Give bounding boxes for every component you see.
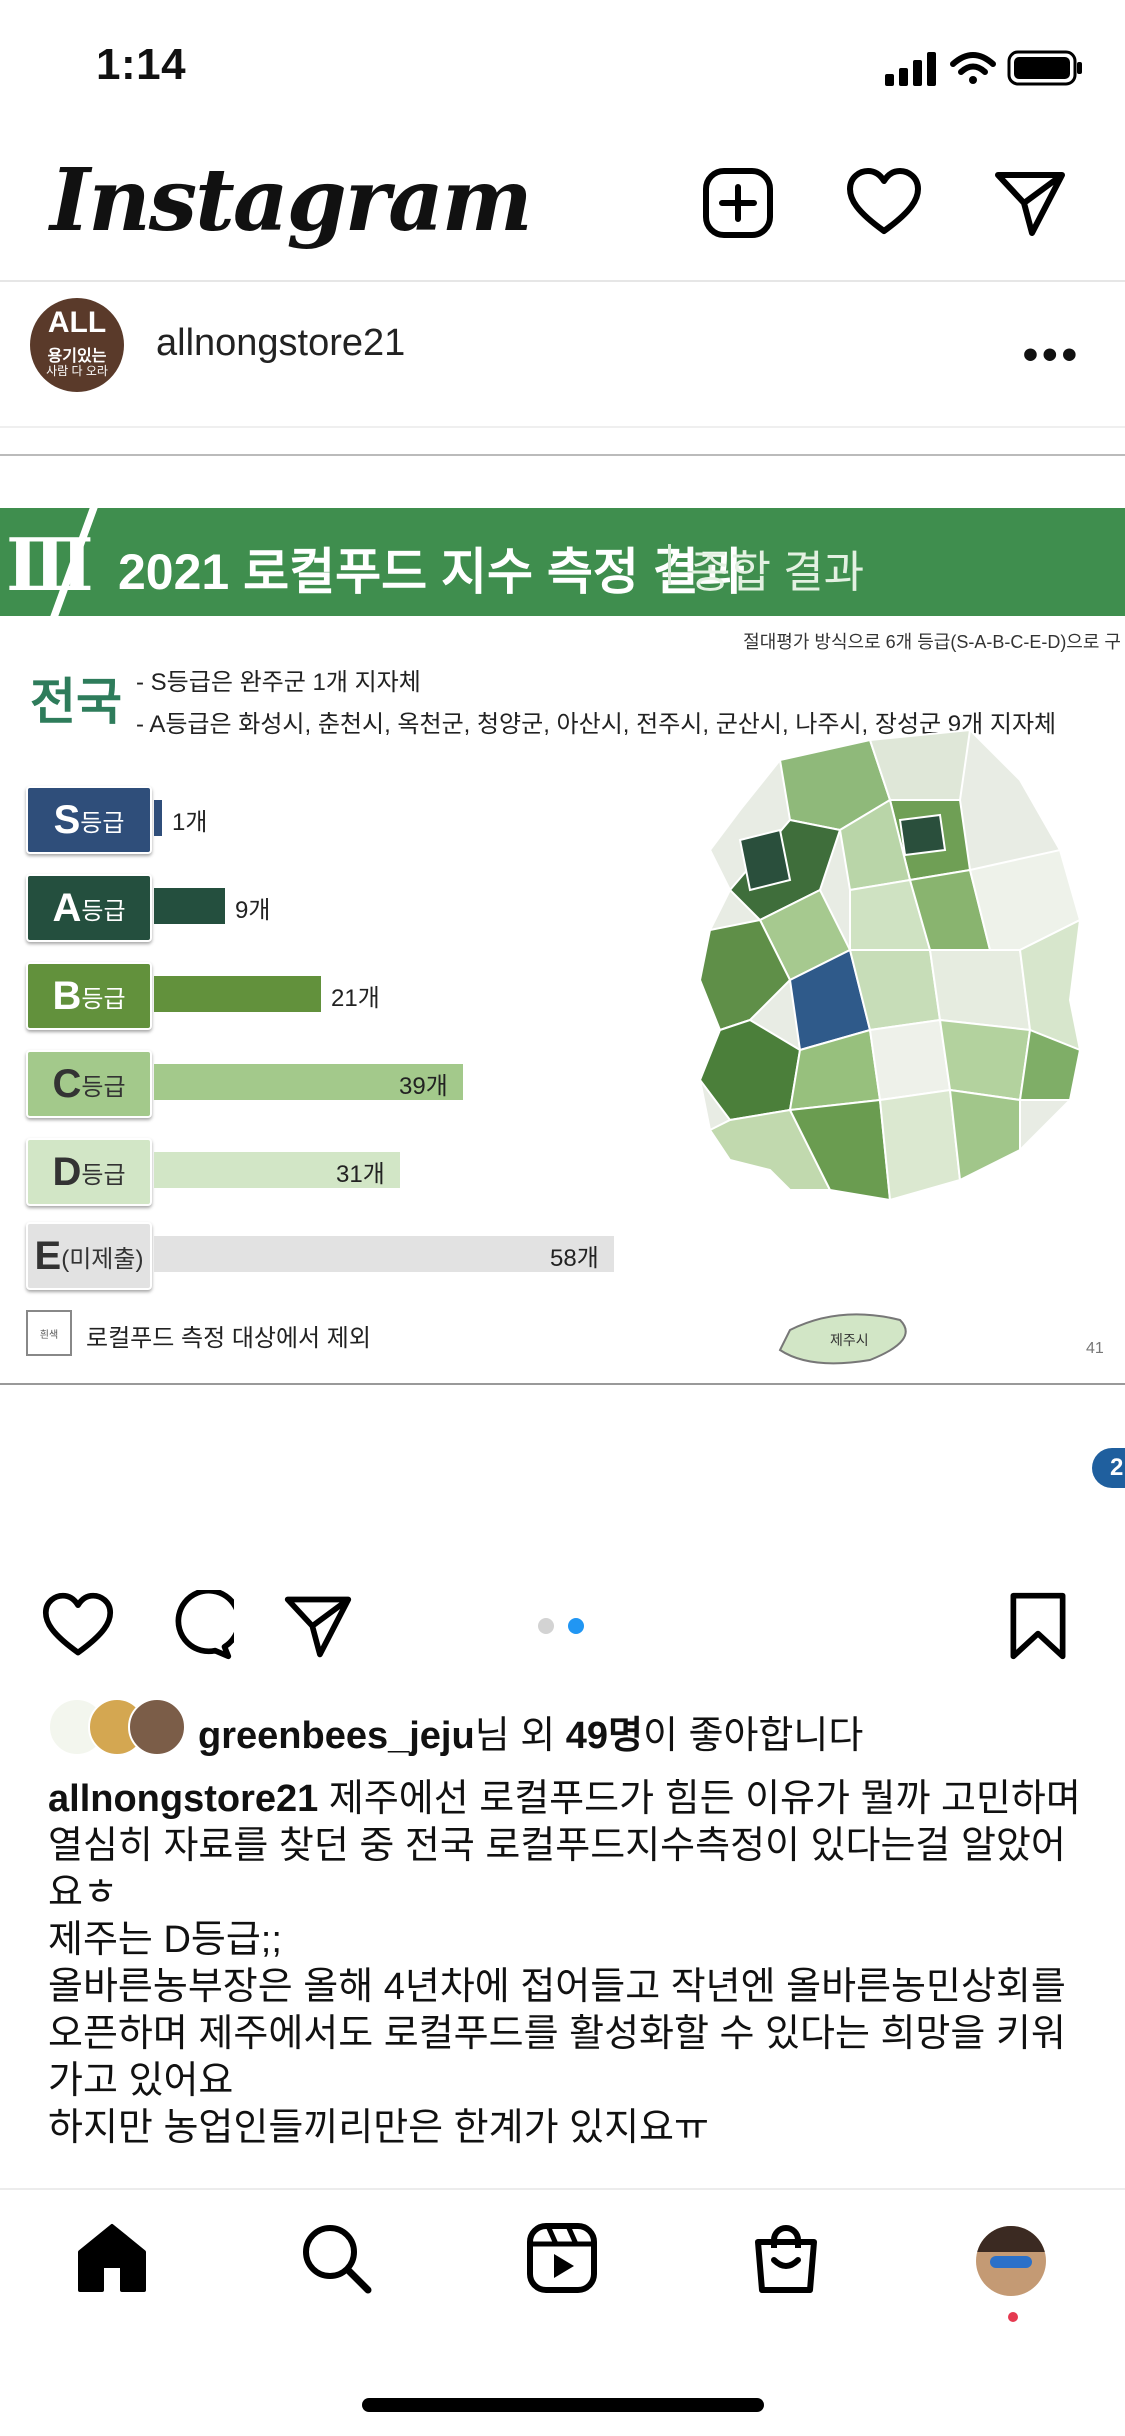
wifi-icon [950,52,996,84]
status-time: 1:14 [96,40,187,89]
likes-count[interactable]: 49명 [566,1715,643,1757]
banner-separator [668,544,671,584]
reels-icon[interactable] [524,2220,600,2296]
caption-text-2: 제주는 D등급;; [48,1919,282,1961]
avatar-text-3: 사람 다 오라 [46,364,108,378]
carousel-counter-pill: 2 [1092,1448,1125,1488]
grade-value-label-4: 39개 [399,1073,448,1100]
save-bookmark-icon[interactable] [1002,1590,1074,1662]
grade-badge-3: B 등급 [26,962,152,1030]
profile-tab-avatar[interactable] [976,2226,1046,2296]
slide-title: 2021 로컬푸드 지수 측정 결과 [118,544,745,600]
tab-bar-divider [0,2188,1125,2190]
home-indicator[interactable] [362,2398,764,2412]
cellular-signal-icon [885,52,936,86]
grade-letter: S [53,797,81,842]
mainland-map [698,728,1082,1202]
caption-text-3: 올바른농부장은 올해 4년차에 접어들고 작년엔 올바른농민상회를 오픈하며 제… [48,1966,1066,2102]
like-heart-icon[interactable] [42,1590,114,1662]
slide-subtitle: 종합 결과 [690,548,865,597]
search-icon[interactable] [298,2220,374,2296]
likes-mid: 님 외 [474,1715,566,1757]
new-post-icon[interactable] [700,165,776,241]
grade-bar-2 [154,888,225,924]
caption-text-4: 하지만 농업인들끼리만은 한계가 있지요ㅠ [48,2107,709,2149]
post-author-avatar[interactable]: ALL 용기있는 사람 다 오라 [30,298,124,392]
share-icon[interactable] [282,1590,354,1662]
grade-letter: C [52,1061,82,1106]
likes-suffix: 이 좋아합니다 [642,1715,864,1757]
grade-suffix: 등급 [81,897,126,925]
grade-badge-2: A 등급 [26,874,152,942]
caption-author[interactable]: allnongstore21 [48,1778,318,1820]
grade-suffix: 등급 [81,985,126,1013]
liker-avatar-3 [128,1698,186,1756]
avatar-text-all: ALL [47,306,107,339]
grade-suffix: (미제출) [61,1245,144,1273]
heart-icon[interactable] [846,165,922,241]
grade-badge-6: E (미제출) [26,1222,152,1290]
grade-value-label-3: 21개 [331,985,380,1012]
grade-letter: B [52,973,82,1018]
header-divider [0,280,1125,282]
grade-value-label-6: 58개 [550,1245,599,1272]
avatar-sunglasses [990,2256,1032,2268]
more-horizontal-icon[interactable]: ••• [1023,330,1081,380]
liked-by-avatars[interactable] [48,1698,188,1756]
legend-white-swatch: 흰색 [26,1310,72,1356]
direct-message-icon[interactable] [992,165,1068,241]
slide-note: 절대평가 방식으로 6개 등급(S-A-B-C-E-D)으로 구 [743,632,1121,652]
likes-summary[interactable]: greenbees_jeju님 외 49명이 좋아합니다 [198,1704,863,1759]
liker-username[interactable]: greenbees_jeju [198,1715,475,1757]
status-icons [885,50,1082,86]
post-username[interactable]: allnongstore21 [156,322,405,365]
grade-bar-1 [154,800,162,836]
grade-badge-1: S 등급 [26,786,152,854]
home-icon[interactable] [74,2220,150,2296]
grade-suffix: 등급 [81,1161,126,1189]
grade-suffix: 등급 [80,809,125,837]
instagram-logo[interactable]: Instagram [50,150,533,251]
shop-icon[interactable] [748,2220,824,2296]
legend-text: 로컬푸드 측정 대상에서 제외 [86,1325,371,1352]
korea-grade-map: 제주시 [698,728,1082,1365]
grade-letter: D [52,1149,82,1194]
s-grade-summary: - S등급은 완주군 1개 지자체 [136,669,421,696]
grade-bar-6 [154,1236,614,1272]
slide-banner: Ⅲ 2021 로컬푸드 지수 측정 결과 종합 결과 [0,508,1125,616]
carousel-dot-1 [538,1618,554,1634]
grade-value-label-1: 1개 [172,809,208,836]
post-header-divider [0,426,1125,428]
grade-value-label-5: 31개 [336,1161,385,1188]
avatar-hair [976,2226,1046,2252]
grade-bar-3 [154,976,321,1012]
notification-dot [1008,2312,1018,2322]
grade-badge-5: D 등급 [26,1138,152,1206]
grade-value-label-2: 9개 [235,897,271,924]
grade-letter: A [52,885,82,930]
post-caption: allnongstore21 제주에선 로컬푸드가 힘든 이유가 뭘까 고민하며… [48,1776,1088,2152]
carousel-dot-2 [568,1618,584,1634]
nation-label: 전국 [30,674,122,730]
comment-icon[interactable] [162,1590,234,1662]
jeju-label: 제주시 [830,1332,869,1348]
grade-badge-4: C 등급 [26,1050,152,1118]
grade-letter: E [34,1233,62,1278]
slide-page-number: 41 [1086,1340,1104,1357]
slide-top-border [0,454,1125,456]
grade-suffix: 등급 [81,1073,126,1101]
battery-icon [1007,50,1082,86]
